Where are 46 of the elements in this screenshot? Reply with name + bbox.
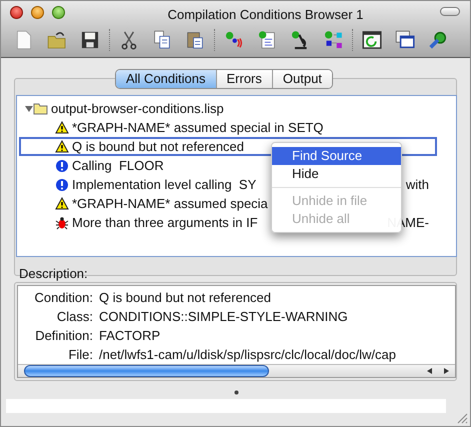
section-label: Description: xyxy=(19,265,88,283)
condition-text[interactable]: *GRAPH-NAME* assumed specia xyxy=(72,194,268,214)
bug-icon xyxy=(55,216,69,230)
field-name: Class: xyxy=(56,308,93,326)
refresh-icon[interactable] xyxy=(361,29,383,51)
folder-icon xyxy=(33,102,48,115)
tab[interactable]: All Conditions xyxy=(116,70,216,88)
warning-icon xyxy=(55,140,69,154)
exclamation-circle-icon xyxy=(55,178,69,192)
condition-text[interactable]: Implementation level calling SY xyxy=(72,174,256,194)
resize-grip-icon[interactable] xyxy=(456,412,468,424)
zoom-button[interactable] xyxy=(52,6,65,18)
menu-item[interactable]: Hide xyxy=(272,165,401,183)
warning-icon xyxy=(55,196,69,210)
field-name: Definition: xyxy=(34,326,93,345)
condition-text[interactable]: More than three arguments in IF xyxy=(72,212,258,232)
splitter-handle-icon[interactable] xyxy=(234,390,239,395)
horizontal-scrollbar[interactable] xyxy=(18,364,455,377)
warning-icon xyxy=(55,120,69,134)
wrench-gear-icon[interactable] xyxy=(427,29,449,51)
condition-text: with xyxy=(406,176,429,194)
scroll-left-icon[interactable] xyxy=(426,367,434,375)
scroll-right-icon[interactable] xyxy=(442,367,450,375)
condition-text[interactable]: Calling FLOOR xyxy=(72,156,164,176)
tab[interactable]: Errors xyxy=(216,70,272,88)
condition-text[interactable]: *GRAPH-NAME* assumed special in SETQ xyxy=(72,118,324,138)
menu-item[interactable]: Find Source xyxy=(272,147,401,165)
close-button[interactable] xyxy=(10,6,23,18)
field-value: /net/lwfs1-cam/u/ldisk/sp/lispsrc/clc/local/doc/lw/cap xyxy=(99,346,396,364)
scrollbar-thumb[interactable] xyxy=(24,365,269,377)
node-tree-icon[interactable] xyxy=(322,29,344,51)
window-title: Compilation Conditions Browser 1 xyxy=(166,6,364,24)
toolbar-toggle-button[interactable] xyxy=(440,7,460,16)
folder-icon[interactable] xyxy=(46,29,68,51)
exclamation-circle-icon xyxy=(55,158,69,172)
windows-icon[interactable] xyxy=(394,29,416,51)
minimize-button[interactable] xyxy=(31,6,44,18)
field-name: File: xyxy=(67,346,93,364)
disclosure-triangle-icon[interactable] xyxy=(25,104,33,112)
field-name: Condition: xyxy=(33,288,93,307)
field-value: FACTORP xyxy=(99,326,160,345)
folder-label[interactable]: output-browser-conditions.lisp xyxy=(51,98,224,118)
tab[interactable]: Output xyxy=(272,70,332,88)
field-value: CONDITIONS::SIMPLE-STYLE-WARNING xyxy=(99,308,348,326)
field-value: Q is bound but not referenced xyxy=(99,288,272,307)
condition-text: Q is bound but not referenced xyxy=(72,138,244,156)
